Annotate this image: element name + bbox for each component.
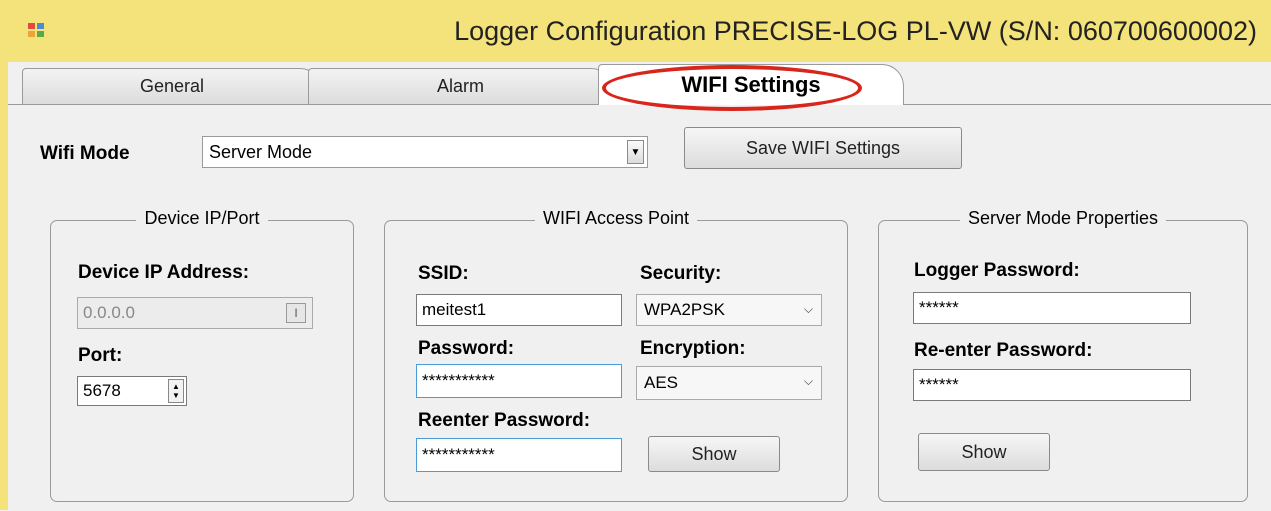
device-ip-value: 0.0.0.0 — [83, 303, 135, 322]
security-label: Security: — [640, 263, 722, 284]
save-wifi-settings-button[interactable]: Save WIFI Settings — [684, 127, 962, 169]
security-value: WPA2PSK — [644, 300, 725, 319]
wifi-mode-label: Wifi Mode — [40, 143, 130, 164]
show-logger-password-button[interactable]: Show — [918, 433, 1050, 471]
tab-alarm[interactable]: Alarm — [308, 68, 613, 104]
tab-label: WIFI Settings — [681, 72, 821, 97]
ssid-field[interactable]: meitest1 — [416, 294, 622, 326]
encryption-select[interactable]: AES ⌵ — [636, 366, 822, 400]
reenter-logger-password-label: Re-enter Password: — [914, 340, 1093, 361]
tab-label: Alarm — [436, 76, 484, 96]
tab-general[interactable]: General — [22, 68, 322, 104]
app-icon — [28, 23, 44, 37]
password-label: Password: — [418, 338, 515, 359]
title-bar: Logger Configuration PRECISE-LOG PL-VW (… — [0, 0, 1271, 63]
port-stepper[interactable]: 5678 ▲ ▼ — [77, 376, 187, 406]
spinner-arrows-icon[interactable]: ▲ ▼ — [168, 379, 184, 403]
port-label: Port: — [78, 345, 123, 366]
logger-password-field[interactable]: ****** — [913, 292, 1191, 324]
tab-wifi-settings[interactable]: WIFI Settings — [598, 64, 904, 105]
wifi-mode-value: Server Mode — [209, 141, 313, 162]
window-frame — [0, 62, 8, 510]
chevron-down-icon: ⌵ — [803, 302, 813, 316]
show-password-button[interactable]: Show — [648, 436, 780, 472]
encryption-value: AES — [644, 373, 679, 392]
tab-label: General — [139, 76, 205, 96]
group-title: Device IP/Port — [136, 208, 268, 228]
reenter-password-field[interactable]: *********** — [416, 438, 622, 472]
reenter-password-value: *********** — [422, 445, 495, 464]
reenter-logger-password-value: ****** — [919, 375, 959, 394]
chevron-down-icon: ⌵ — [803, 374, 813, 388]
password-value: *********** — [422, 371, 495, 390]
logger-password-label: Logger Password: — [914, 260, 1080, 281]
port-value: 5678 — [83, 381, 121, 400]
device-ip-label: Device IP Address: — [78, 262, 250, 283]
password-field[interactable]: *********** — [416, 364, 622, 398]
group-title: Server Mode Properties — [959, 208, 1167, 228]
security-select[interactable]: WPA2PSK ⌵ — [636, 294, 822, 326]
encryption-label: Encryption: — [640, 338, 746, 359]
chevron-down-icon[interactable]: ▼ — [627, 140, 644, 164]
window-title: Logger Configuration PRECISE-LOG PL-VW (… — [454, 16, 1257, 46]
ssid-value: meitest1 — [422, 300, 487, 319]
group-title: WIFI Access Point — [534, 208, 698, 228]
device-ip-field[interactable]: 0.0.0.0 I — [77, 297, 313, 329]
ssid-label: SSID: — [418, 263, 469, 284]
logger-password-value: ****** — [919, 298, 959, 317]
wifi-mode-select[interactable]: Server Mode ▼ — [202, 136, 648, 168]
reenter-password-label: Reenter Password: — [418, 410, 591, 431]
reenter-logger-password-field[interactable]: ****** — [913, 369, 1191, 401]
text-cursor-icon: I — [286, 303, 306, 323]
